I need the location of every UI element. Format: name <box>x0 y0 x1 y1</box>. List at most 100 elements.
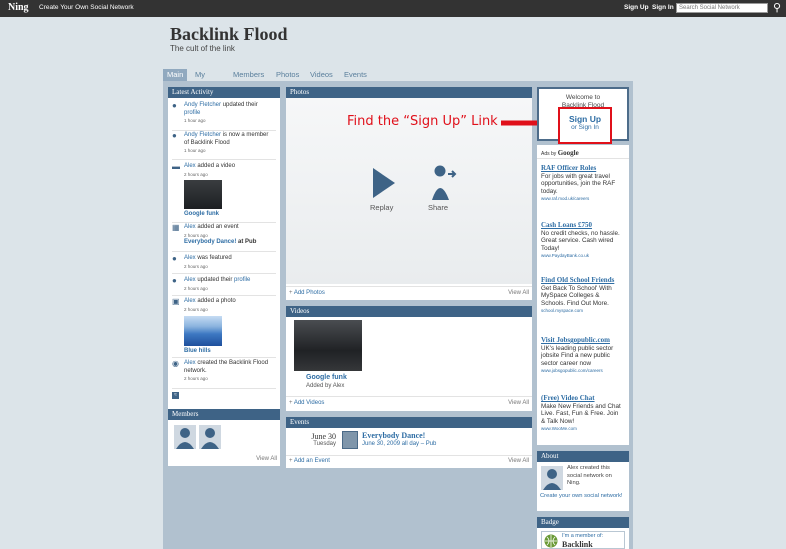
video-title-link[interactable]: Google funk <box>306 374 347 381</box>
ad-url[interactable]: www.PaydayBank.co.uk <box>541 252 623 260</box>
share-label: Share <box>428 203 449 212</box>
rss-icon[interactable]: ≈ <box>172 392 179 399</box>
ad-url[interactable]: school.myspace.com <box>541 307 623 315</box>
divider <box>172 273 276 274</box>
divider <box>286 286 532 287</box>
ning-logo[interactable]: Ning <box>8 2 29 13</box>
add-event-link[interactable]: + Add an Event <box>289 458 330 464</box>
ad-title-link[interactable]: Find Old School Friends <box>541 276 623 285</box>
creator-avatar[interactable] <box>541 466 563 490</box>
event-caption-link[interactable]: Everybody Dance! <box>184 239 236 245</box>
annotation-label: Find the “Sign Up” Link <box>347 114 498 129</box>
members-view-all-link[interactable]: View All <box>256 456 277 462</box>
activity-item: ◉ Alex created the Backlink Flood networ… <box>172 360 272 383</box>
activity-item: ● Andy Fletcher is now a member of Backl… <box>172 132 272 155</box>
site-title[interactable]: Backlink Flood <box>170 24 288 45</box>
topbar-sign-in-link[interactable]: Sign In <box>652 4 674 11</box>
search-icon[interactable]: ⚲ <box>773 1 781 14</box>
event-weekday: Tuesday <box>313 441 336 447</box>
ads-label: Ads by Google <box>541 149 579 157</box>
globe-icon <box>544 534 558 548</box>
events-panel: Events June 30 Tuesday Everybody Dance! … <box>286 417 532 468</box>
ad-body: For jobs with great travel opportunities… <box>541 172 616 195</box>
member-avatar[interactable] <box>199 425 221 449</box>
badge-line1: I'm a member of: <box>562 533 604 539</box>
activity-item: ▦ Alex added an event 2 hours ago Everybod… <box>172 224 272 247</box>
divider <box>172 130 276 131</box>
sign-up-link[interactable]: Sign Up <box>560 114 610 124</box>
activity-text: added an event <box>197 224 239 230</box>
event-title-link[interactable]: Everybody Dance! <box>362 431 425 440</box>
profile-update-icon: ● <box>172 276 177 285</box>
photo-caption-link[interactable]: Blue hills <box>184 348 211 354</box>
activity-actor-link[interactable]: Alex <box>184 255 196 261</box>
divider <box>172 251 276 252</box>
members-header: Members <box>168 409 280 420</box>
ad-title-link[interactable]: Visit Jobsgopublic.com <box>541 336 623 345</box>
site-tagline: The cult of the link <box>170 44 235 53</box>
replay-icon[interactable] <box>371 166 397 200</box>
network-badge[interactable]: I'm a member of: Backlink <box>541 531 625 549</box>
divider <box>286 396 532 397</box>
sign-in-link[interactable]: or Sign In <box>560 124 610 131</box>
ad-body: UK's leading public sector jobsite Find … <box>541 344 614 367</box>
tab-my-page[interactable]: My Page <box>195 69 213 91</box>
events-view-all-link[interactable]: View All <box>508 458 529 464</box>
create-network-link[interactable]: Create your own social network! <box>540 493 626 501</box>
ad-title-link[interactable]: (Free) Video Chat <box>541 394 623 403</box>
tab-events[interactable]: Events <box>344 69 367 81</box>
event-icon[interactable] <box>342 431 358 449</box>
add-photos-link[interactable]: + Add Photos <box>289 290 325 296</box>
search-input[interactable]: Search Social Network <box>676 3 768 13</box>
activity-profile-link[interactable]: profile <box>184 110 200 116</box>
activity-actor-link[interactable]: Alex <box>184 277 196 283</box>
ad-url[interactable]: www.jobsgopublic.com/careers <box>541 367 623 375</box>
ad-title-link[interactable]: Cash Loans £750 <box>541 221 623 230</box>
activity-item: ▣ Alex added a photo 2 hours ago <box>172 298 272 313</box>
photo-thumbnail[interactable] <box>184 316 222 346</box>
videos-view-all-link[interactable]: View All <box>508 400 529 406</box>
tab-members[interactable]: Members <box>233 69 264 81</box>
share-icon[interactable] <box>431 164 457 200</box>
topbar-sign-up-link[interactable]: Sign Up <box>624 4 649 11</box>
activity-item: ● Alex updated their profile 2 hours ago <box>172 277 272 292</box>
activity-text: updated their <box>222 102 258 108</box>
ad-url[interactable]: www.raf.mod.uk/careers <box>541 195 623 203</box>
video-thumbnail[interactable] <box>294 320 362 371</box>
photos-header: Photos <box>286 87 532 98</box>
activity-profile-link[interactable]: profile <box>234 277 250 283</box>
activity-actor-link[interactable]: Andy Fletcher <box>184 102 221 108</box>
latest-activity-header: Latest Activity <box>168 87 280 98</box>
activity-actor-link[interactable]: Alex <box>184 163 196 169</box>
ad-item[interactable]: Find Old School Friends Get Back To Scho… <box>541 276 623 315</box>
activity-text: created the Backlink Flood network. <box>184 360 269 374</box>
add-videos-link[interactable]: + Add Videos <box>289 400 324 406</box>
activity-actor-link[interactable]: Andy Fletcher <box>184 132 221 138</box>
member-avatar[interactable] <box>174 425 196 449</box>
calendar-icon: ▦ <box>172 223 180 232</box>
divider <box>537 158 629 159</box>
activity-actor-link[interactable]: Alex <box>184 298 196 304</box>
ad-item[interactable]: Cash Loans £750 No credit checks, no has… <box>541 221 623 260</box>
video-added-by: Added by Alex <box>306 383 345 389</box>
activity-time: 2 hours ago <box>184 232 208 238</box>
create-network-link[interactable]: Create Your Own Social Network <box>39 4 134 11</box>
tab-videos[interactable]: Videos <box>310 69 333 81</box>
tab-photos[interactable]: Photos <box>276 69 299 81</box>
activity-actor-link[interactable]: Alex <box>184 224 196 230</box>
tab-main[interactable]: Main <box>163 69 188 81</box>
replay-label: Replay <box>370 203 394 212</box>
activity-actor-link[interactable]: Alex <box>184 360 196 366</box>
photos-view-all-link[interactable]: View All <box>508 290 529 296</box>
ad-title-link[interactable]: RAF Officer Roles <box>541 164 623 173</box>
ad-url[interactable]: www.WooMe.com <box>541 425 623 433</box>
ads-panel: Ads by Google RAF Officer Roles For jobs… <box>537 145 629 445</box>
members-panel: Members View All <box>168 409 280 466</box>
video-thumbnail[interactable] <box>184 180 222 209</box>
ad-item[interactable]: RAF Officer Roles For jobs with great tr… <box>541 164 623 203</box>
video-caption-link[interactable]: Google funk <box>184 211 219 217</box>
videos-panel: Videos Google funk Added by Alex + Add V… <box>286 306 532 411</box>
activity-text: added a photo <box>197 298 236 304</box>
ad-item[interactable]: Visit Jobsgopublic.com UK's leading publ… <box>541 336 623 375</box>
ad-item[interactable]: (Free) Video Chat Make New Friends and C… <box>541 394 623 433</box>
